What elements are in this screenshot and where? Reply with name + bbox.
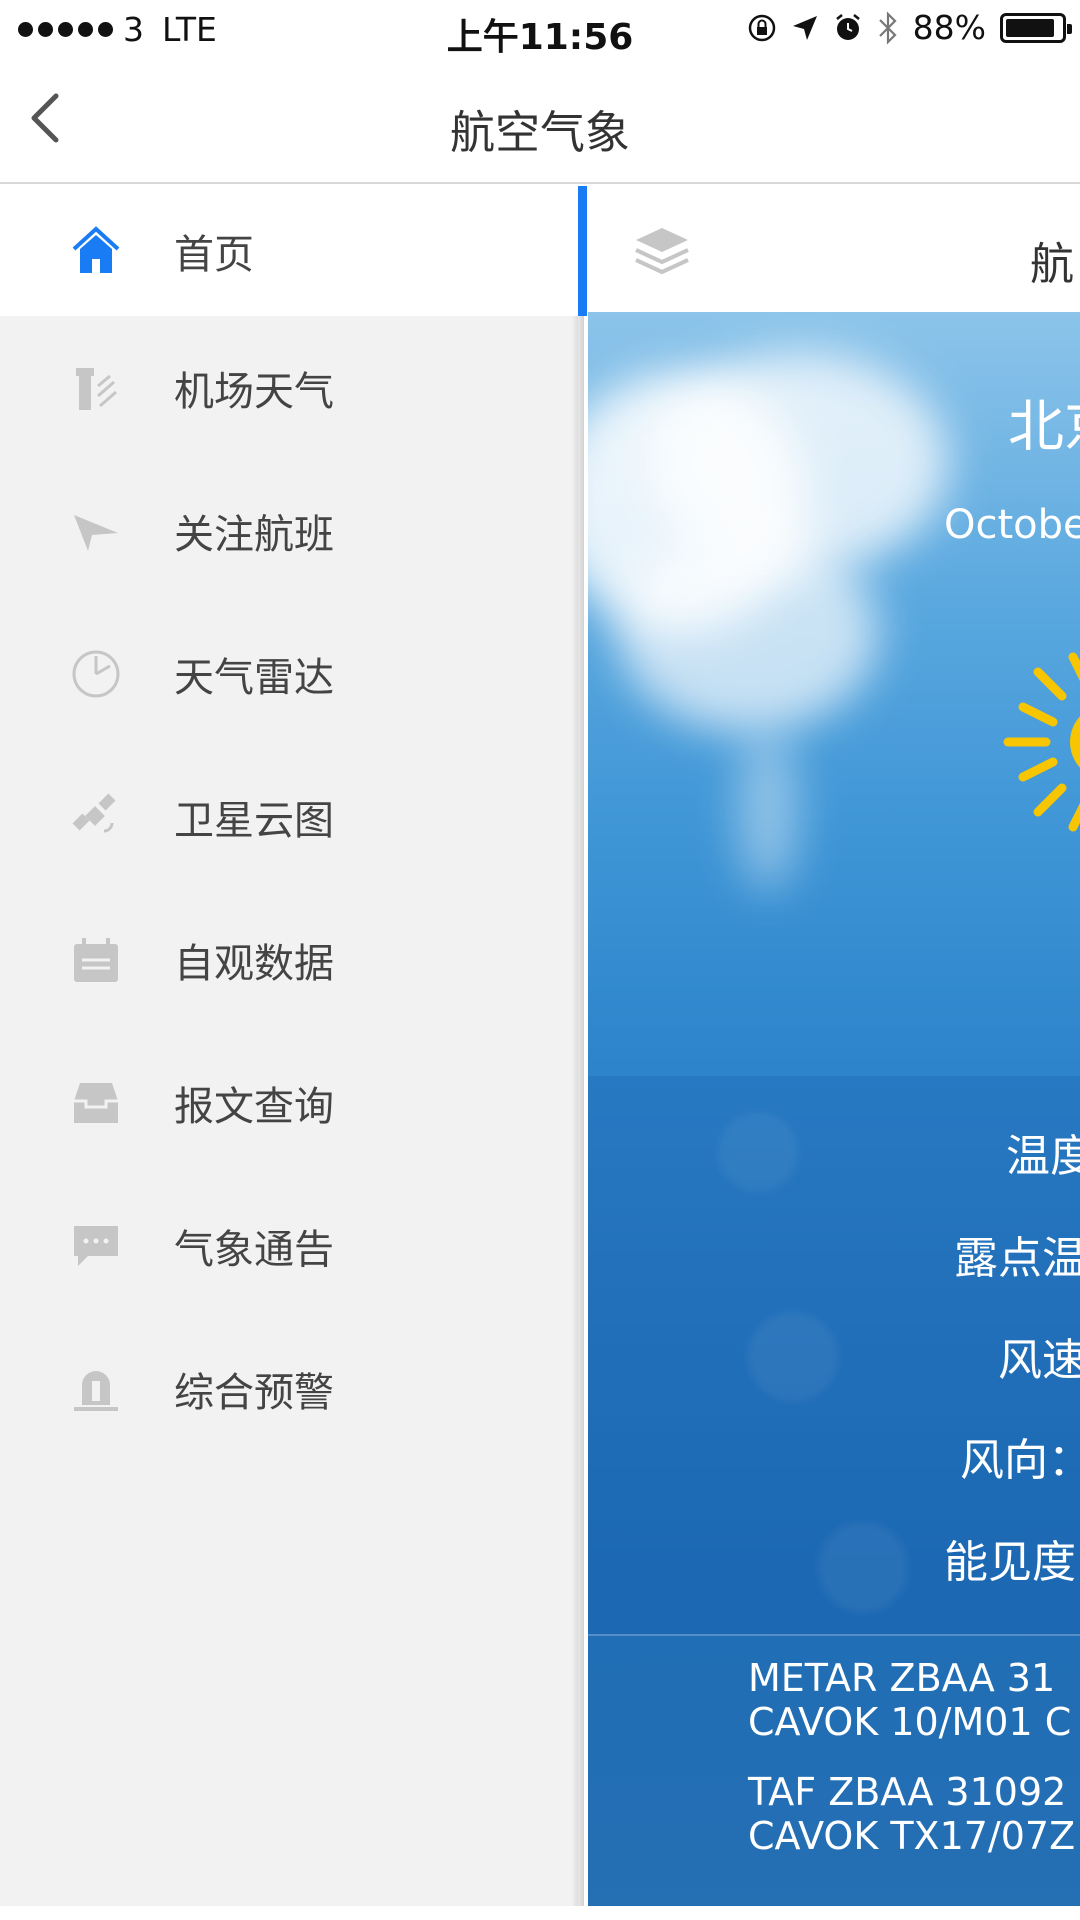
tab-accent-bar (578, 186, 587, 316)
cloud-decoration (618, 532, 878, 732)
taf-report: TAF ZBAA 31092 CAVOK TX17/07Z (748, 1770, 1075, 1858)
nav-bar: 航空气象 (0, 60, 1080, 184)
wind-direction-label: 风向： (960, 1435, 1080, 1486)
satellite-icon (70, 791, 122, 843)
radar-icon (70, 648, 122, 700)
menu-item-weather-notice[interactable]: 气象通告 (0, 1174, 578, 1317)
menu-label: 卫星云图 (174, 797, 334, 844)
main-content: 航 北京 Octobe 温度 露点温 (578, 186, 1080, 1920)
menu-item-airport-weather[interactable]: 机场天气 (0, 316, 578, 459)
taf-line: CAVOK TX17/07Z (748, 1814, 1076, 1858)
bottom-edge (0, 1906, 1080, 1920)
sun-icon (1003, 652, 1080, 832)
menu-label: 气象通告 (174, 1226, 334, 1273)
battery-fill (1006, 18, 1054, 37)
cloud-decoration (738, 732, 798, 892)
layers-icon[interactable] (632, 224, 692, 280)
menu-label: 机场天气 (174, 368, 334, 415)
menu-item-report-query[interactable]: 报文查询 (0, 1031, 578, 1174)
menu-item-home[interactable]: 首页 (0, 186, 578, 316)
metar-line: METAR ZBAA 31 (748, 1656, 1056, 1700)
home-icon (70, 225, 122, 277)
location-arrow-icon (792, 15, 817, 40)
menu-item-observations[interactable]: 自观数据 (0, 888, 578, 1031)
calendar-data-icon (70, 934, 122, 986)
wind-speed-label: 风速 (998, 1335, 1080, 1386)
divider (588, 1634, 1080, 1636)
menu-label: 自观数据 (174, 940, 334, 987)
dewpoint-label: 露点温 (954, 1233, 1080, 1284)
date-text: Octobe (944, 502, 1080, 548)
metar-line: CAVOK 10/M01 C (748, 1700, 1072, 1744)
metar-report: METAR ZBAA 31 CAVOK 10/M01 C (748, 1656, 1071, 1744)
menu-item-followed-flights[interactable]: 关注航班 (0, 459, 578, 602)
side-menu: 首页 机场天气 关注航班 天气雷达 卫星云图 自观数据 报文查询 气象通告 综合… (0, 186, 578, 1906)
orientation-lock-icon (748, 14, 775, 41)
paper-plane-icon (70, 505, 122, 557)
status-right: 88% (747, 8, 1072, 47)
bluetooth-icon (878, 10, 897, 45)
alarm-icon (835, 13, 860, 40)
menu-label: 天气雷达 (174, 654, 334, 701)
menu-label: 首页 (174, 232, 254, 278)
airport-weather-icon (70, 362, 122, 414)
inbox-icon (70, 1077, 122, 1129)
battery-icon (1000, 12, 1072, 43)
content-tab-bar[interactable]: 航 (578, 186, 1080, 316)
tab-title: 航 (1030, 239, 1074, 290)
menu-item-satellite[interactable]: 卫星云图 (0, 745, 578, 888)
chat-bubble-icon (70, 1220, 122, 1272)
temperature-label: 温度 (1006, 1131, 1080, 1182)
menu-label: 关注航班 (174, 511, 334, 558)
warning-light-icon (70, 1363, 122, 1415)
city-name: 北京 (1008, 395, 1080, 460)
menu-label: 报文查询 (174, 1083, 334, 1130)
menu-item-warning[interactable]: 综合预警 (0, 1317, 578, 1460)
battery-percent: 88% (912, 8, 986, 47)
weather-card: 北京 Octobe 温度 露点温 风速 风向： 能见度 METAR ZBAA (588, 312, 1080, 1920)
visibility-label: 能见度 (944, 1537, 1076, 1588)
status-bar: 3 LTE 上午11:56 88% (0, 0, 1080, 60)
taf-line: TAF ZBAA 31092 (748, 1770, 1067, 1814)
menu-label: 综合预警 (174, 1369, 334, 1416)
menu-item-weather-radar[interactable]: 天气雷达 (0, 602, 578, 745)
page-title: 航空气象 (449, 106, 630, 159)
